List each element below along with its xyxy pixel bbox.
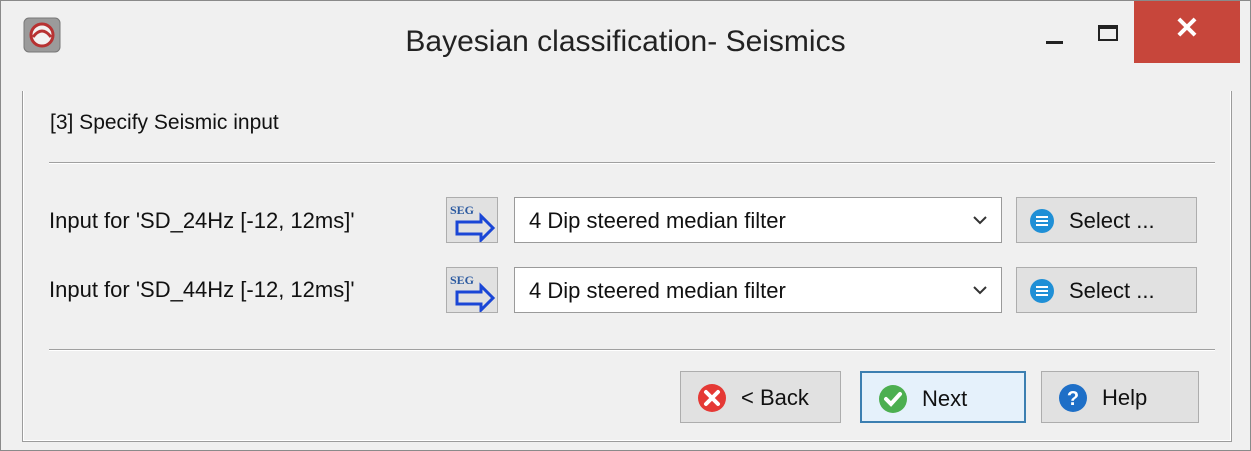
list-icon <box>1030 279 1054 303</box>
next-label: Next <box>922 386 968 411</box>
back-label: < Back <box>741 385 809 410</box>
seg-import-icon: SEG <box>450 273 496 314</box>
seg-import-icon: SEG <box>450 203 496 244</box>
list-icon <box>1030 209 1054 233</box>
help-button[interactable]: ? Help <box>1041 371 1199 423</box>
maximize-icon <box>1098 25 1118 41</box>
svg-text:SEG: SEG <box>450 273 474 287</box>
select-button-2[interactable]: Select ... <box>1016 267 1197 313</box>
close-button[interactable]: ✕ <box>1134 1 1240 63</box>
separator-bottom <box>49 349 1215 351</box>
back-button[interactable]: < Back <box>680 371 841 423</box>
separator-top <box>49 162 1215 164</box>
svg-text:SEG: SEG <box>450 203 474 217</box>
checkmark-icon <box>879 385 907 413</box>
select-label: Select ... <box>1069 208 1155 233</box>
dialog-window: Bayesian classification- Seismics ✕ [3] … <box>0 0 1251 451</box>
chevron-down-icon <box>973 286 987 295</box>
dialog-body: [3] Specify Seismic input Input for 'SD_… <box>22 91 1232 442</box>
selected-value: 4 Dip steered median filter <box>529 208 786 233</box>
input-label-sd44: Input for 'SD_44Hz [-12, 12ms]' <box>49 277 355 302</box>
minimize-icon <box>1046 41 1063 44</box>
svg-text:?: ? <box>1067 388 1079 410</box>
title-bar[interactable]: Bayesian classification- Seismics ✕ <box>1 1 1250 91</box>
select-button-1[interactable]: Select ... <box>1016 197 1197 243</box>
help-question-icon: ? <box>1059 384 1087 412</box>
maximize-button[interactable] <box>1076 1 1136 63</box>
select-label: Select ... <box>1069 278 1155 303</box>
cancel-x-icon <box>698 384 726 412</box>
chevron-down-icon <box>973 216 987 225</box>
help-label: Help <box>1102 385 1148 410</box>
input-label-sd24: Input for 'SD_24Hz [-12, 12ms]' <box>49 208 355 233</box>
next-button[interactable]: Next <box>860 371 1026 423</box>
seg-import-button[interactable]: SEG <box>446 197 498 244</box>
seismic-input-select-1[interactable]: 4 Dip steered median filter <box>514 197 1002 243</box>
selected-value: 4 Dip steered median filter <box>529 278 786 303</box>
seismic-input-select-2[interactable]: 4 Dip steered median filter <box>514 267 1002 313</box>
step-label: [3] Specify Seismic input <box>50 111 279 134</box>
close-icon: ✕ <box>1174 12 1200 45</box>
seg-import-button[interactable]: SEG <box>446 267 498 314</box>
